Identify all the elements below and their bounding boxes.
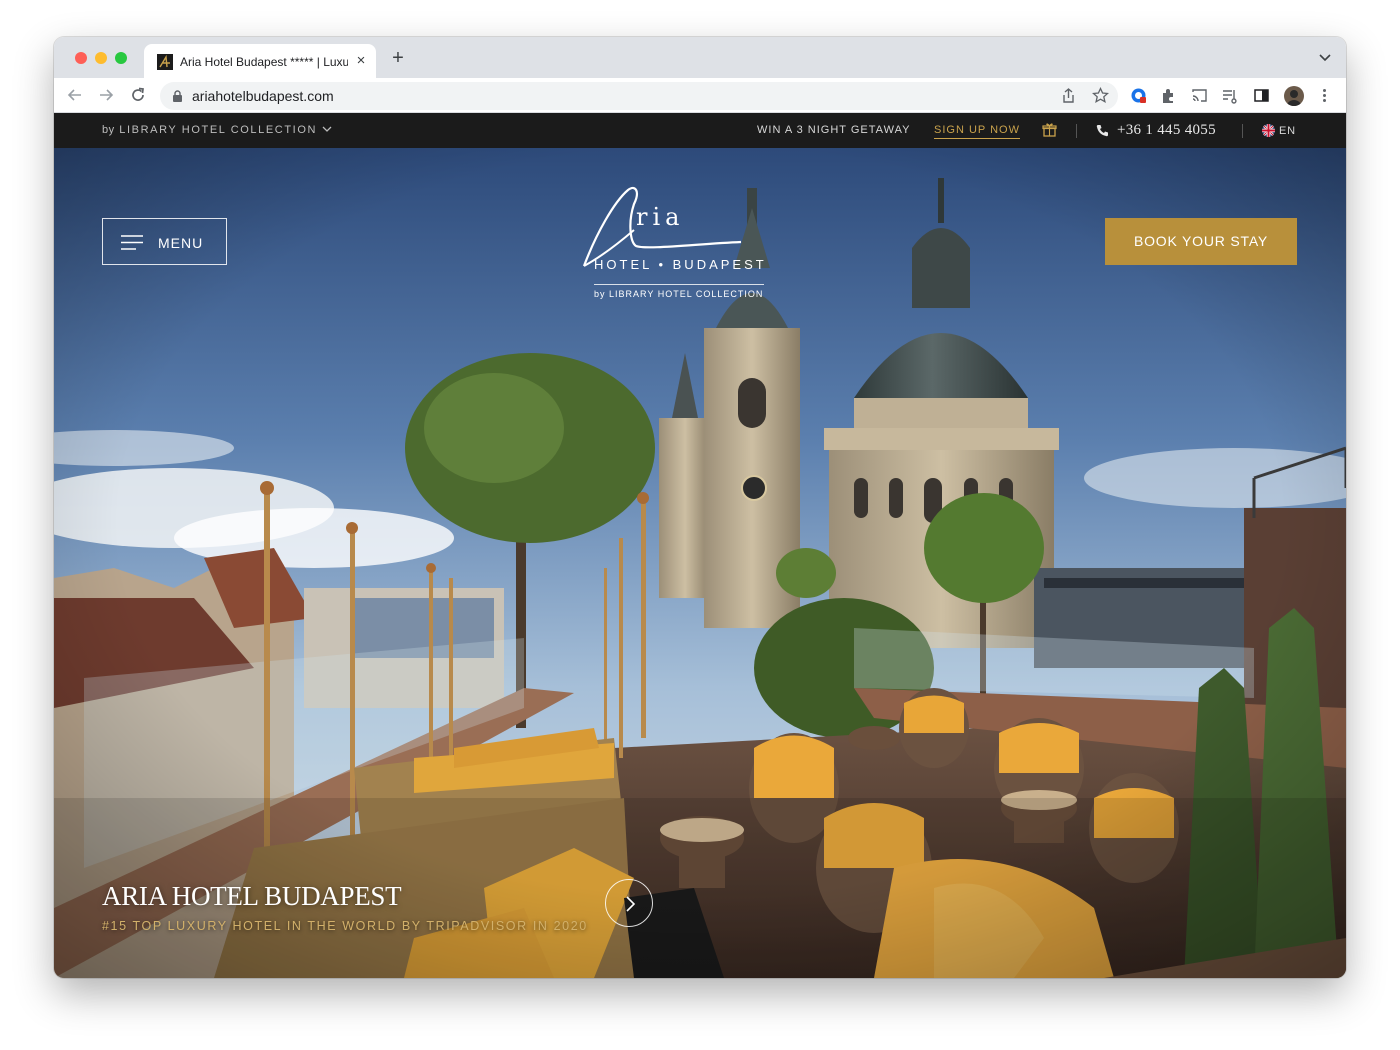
hamburger-icon — [121, 235, 143, 250]
collection-label: LIBRARY HOTEL COLLECTION — [119, 124, 318, 136]
website: by LIBRARY HOTEL COLLECTION WIN A 3 NIGH… — [54, 113, 1346, 978]
divider — [1076, 124, 1077, 138]
divider — [1242, 124, 1243, 138]
maximize-window-button[interactable] — [115, 52, 127, 64]
site-favicon-icon — [157, 54, 173, 70]
collection-dropdown[interactable]: by LIBRARY HOTEL COLLECTION — [102, 124, 332, 137]
logo-divider — [594, 284, 764, 285]
promo-text: WIN A 3 NIGHT GETAWAY — [757, 124, 911, 136]
language-selector[interactable]: EN — [1279, 125, 1296, 137]
slider-next-button[interactable] — [605, 879, 653, 927]
hero-subtitle: #15 TOP LUXURY HOTEL IN THE WORLD BY TRI… — [102, 919, 588, 933]
lock-icon[interactable] — [172, 90, 183, 102]
book-your-stay-button[interactable]: BOOK YOUR STAY — [1105, 218, 1297, 265]
extension-icon[interactable] — [1130, 87, 1147, 104]
tab-strip: Aria Hotel Budapest ***** | Luxury Hotel… — [54, 37, 1346, 78]
logo-script-text: ria — [636, 203, 685, 231]
tab-close-icon[interactable]: × — [352, 52, 370, 70]
browser-menu-dots-icon[interactable] — [1316, 87, 1333, 104]
share-icon[interactable] — [1060, 87, 1077, 104]
back-arrow-icon[interactable] — [66, 86, 84, 104]
menu-button[interactable]: MENU — [102, 218, 227, 265]
new-tab-button[interactable]: + — [388, 48, 408, 68]
phone-icon — [1096, 125, 1108, 137]
tab-search-chevron-icon[interactable] — [1318, 50, 1332, 64]
chevron-right-icon — [626, 896, 636, 912]
bookmark-star-icon[interactable] — [1092, 87, 1109, 104]
signup-link[interactable]: SIGN UP NOW — [934, 124, 1020, 139]
browser-toolbar: ariahotelbudapest.com — [54, 78, 1346, 113]
close-window-button[interactable] — [75, 52, 87, 64]
forward-arrow-icon[interactable] — [97, 86, 115, 104]
reload-icon[interactable] — [129, 86, 147, 104]
aria-hotel-logo[interactable]: ria HOTEL • BUDAPEST by LIBRARY HOTEL CO… — [576, 184, 776, 304]
browser-window: Aria Hotel Budapest ***** | Luxury Hotel… — [54, 37, 1346, 978]
browser-tab-active[interactable]: Aria Hotel Budapest ***** | Luxury Hotel… — [144, 44, 376, 78]
logo-hotel-name: HOTEL • BUDAPEST — [594, 257, 767, 272]
chevron-down-icon — [322, 126, 332, 132]
hero-section: MENU ria HOTEL • BUDAPEST by LIBRARY HOT… — [54, 148, 1346, 978]
tab-title: Aria Hotel Budapest ***** | Luxury Hotel — [180, 55, 348, 69]
hero-title: ARIA HOTEL BUDAPEST — [102, 881, 402, 911]
media-queue-icon[interactable] — [1221, 87, 1238, 104]
menu-label: MENU — [158, 235, 204, 251]
side-panel-icon[interactable] — [1253, 87, 1270, 104]
url-text[interactable]: ariahotelbudapest.com — [192, 88, 334, 104]
logo-subline: by LIBRARY HOTEL COLLECTION — [594, 289, 764, 299]
minimize-window-button[interactable] — [95, 52, 107, 64]
cast-icon[interactable] — [1191, 87, 1208, 104]
profile-avatar[interactable] — [1284, 86, 1304, 106]
phone-number-link[interactable]: +36 1 445 4055 — [1117, 122, 1216, 139]
puzzle-extensions-icon[interactable] — [1160, 87, 1177, 104]
address-bar[interactable]: ariahotelbudapest.com — [160, 82, 1118, 110]
collection-by-text: by — [102, 124, 115, 136]
site-top-bar: by LIBRARY HOTEL COLLECTION WIN A 3 NIGH… — [54, 113, 1346, 148]
gift-icon[interactable] — [1042, 122, 1057, 137]
uk-flag-icon[interactable] — [1262, 124, 1275, 137]
